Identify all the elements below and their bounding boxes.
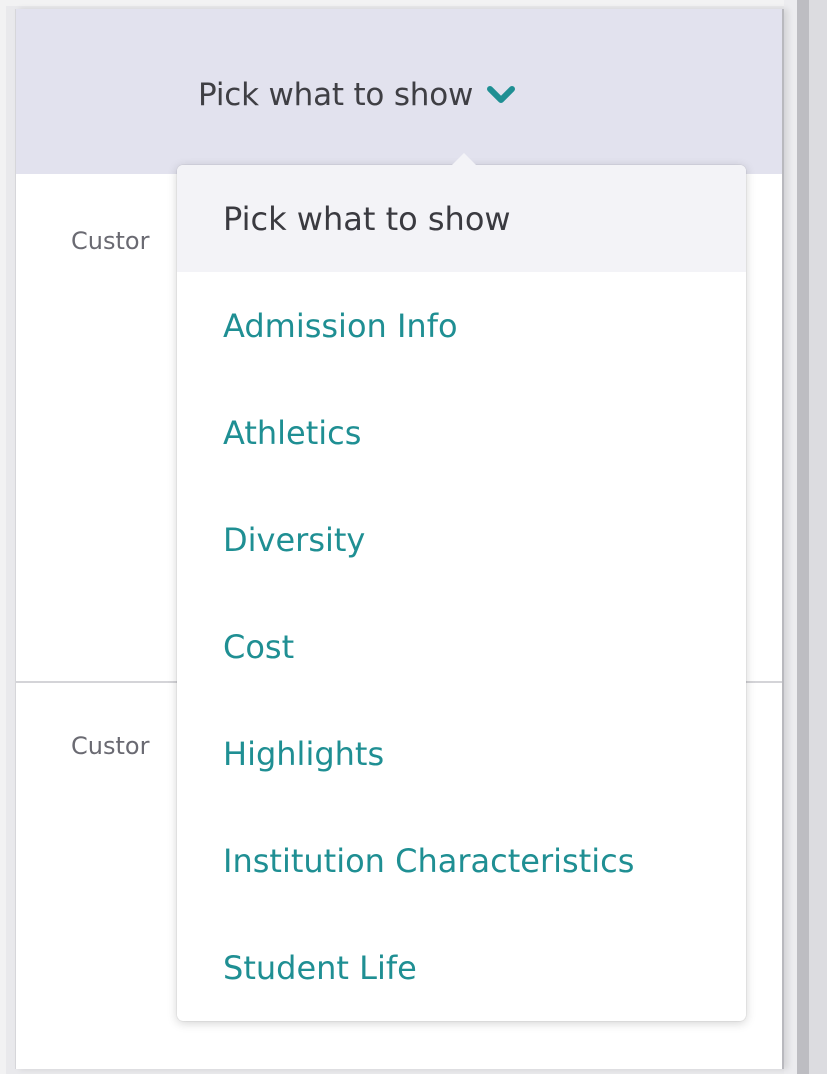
dropdown-item-admission-info[interactable]: Admission Info [177, 272, 746, 379]
window-edge [809, 0, 827, 1074]
row-label-custom-1: Custor [71, 227, 150, 255]
pick-what-to-show-dropdown: Pick what to show Admission Info Athleti… [177, 153, 746, 1021]
dropdown-item-athletics[interactable]: Athletics [177, 379, 746, 486]
dropdown-caret [452, 153, 476, 165]
dropdown-item-cost[interactable]: Cost [177, 593, 746, 700]
right-gutter [784, 0, 798, 1074]
picker-trigger-label: Pick what to show [198, 77, 474, 113]
dropdown-item-highlights[interactable]: Highlights [177, 700, 746, 807]
dropdown-list: Pick what to show Admission Info Athleti… [177, 165, 746, 1021]
dropdown-item-diversity[interactable]: Diversity [177, 486, 746, 593]
scrollbar-track[interactable] [797, 0, 809, 1074]
pick-what-to-show-button[interactable]: Pick what to show [198, 75, 516, 115]
dropdown-item-student-life[interactable]: Student Life [177, 914, 746, 1021]
dropdown-item-pick-what-to-show[interactable]: Pick what to show [177, 165, 746, 272]
row-label-custom-2: Custor [71, 732, 150, 760]
screen: Pick what to show Custor Custor Pick wha… [0, 0, 827, 1074]
dropdown-item-institution-characteristics[interactable]: Institution Characteristics [177, 807, 746, 914]
chevron-down-icon [487, 85, 516, 105]
panel-header: Pick what to show [16, 9, 782, 174]
